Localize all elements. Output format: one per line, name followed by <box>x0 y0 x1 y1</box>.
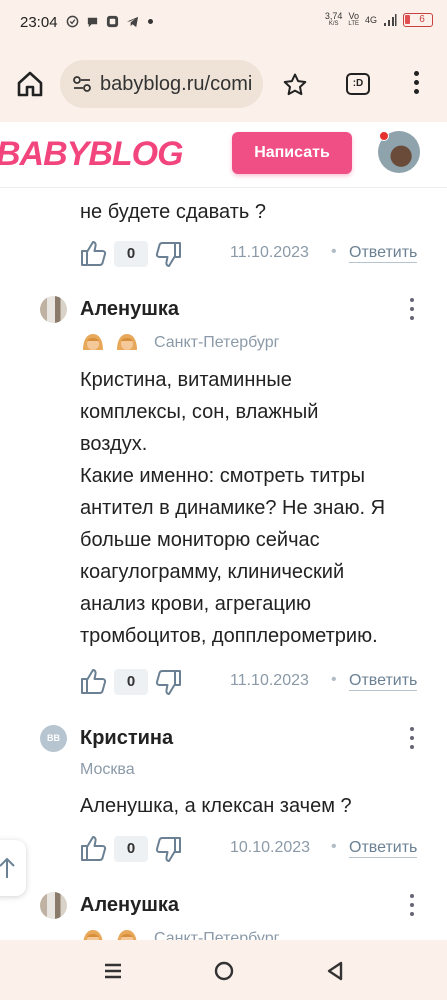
net-speed-unit: K/S <box>328 21 339 27</box>
write-button[interactable]: Написать <box>232 132 352 174</box>
more-options-icon[interactable] <box>406 727 418 751</box>
recent-apps-icon[interactable] <box>100 958 126 984</box>
check-circle-icon <box>66 15 79 28</box>
comment-actions: 0 11.10.2023 • Ответить <box>80 238 430 272</box>
comment-actions: 0 11.10.2023 • Ответить <box>80 666 430 700</box>
status-bar: 23:04 3,74 K/S Vo LTE 4G 6 <box>0 0 447 48</box>
thumbs-up-icon[interactable] <box>80 238 108 268</box>
chat-bubble-icon <box>87 17 98 28</box>
menu-icon[interactable] <box>406 71 426 99</box>
child-badge-icon <box>83 334 103 350</box>
home-nav-icon[interactable] <box>211 958 237 984</box>
comment-text: Аленушка, а клексан зачем ? <box>80 795 352 817</box>
avatar[interactable] <box>40 296 67 323</box>
avatar[interactable] <box>40 892 67 919</box>
net-speed: 3,74 <box>324 11 343 21</box>
comment-date: 11.10.2023 <box>230 244 309 261</box>
like-count: 0 <box>114 669 148 695</box>
child-badge-icon <box>83 930 103 940</box>
separator: • <box>331 671 337 688</box>
battery-level: 6 <box>419 14 425 25</box>
reply-link[interactable]: Ответить <box>349 839 418 858</box>
comment-text: не будете сдавать ? <box>80 201 266 223</box>
network-type: 4G <box>364 15 377 25</box>
notification-dot-icon <box>379 131 389 141</box>
home-icon[interactable] <box>14 68 46 100</box>
comment-actions: 0 10.10.2023 • Ответить <box>80 833 430 867</box>
comment-city: Москва <box>80 761 135 778</box>
thumbs-down-icon[interactable] <box>154 240 182 270</box>
comment-date: 11.10.2023 <box>230 672 309 689</box>
battery-icon: 6 <box>403 13 433 27</box>
comment-author[interactable]: Аленушка <box>80 894 179 917</box>
badges <box>80 926 140 940</box>
comment-text: Кристина, витаминные комплексы, сон, вла… <box>80 369 386 647</box>
child-badge-icon <box>117 930 137 940</box>
telegram-icon <box>126 16 139 28</box>
avatar[interactable]: BB <box>40 725 67 752</box>
tabs-icon[interactable]: :D <box>346 73 370 95</box>
browser-toolbar: babyblog.ru/comi :D <box>0 48 447 122</box>
volte-lte-label: LTE <box>348 21 359 27</box>
comment-author[interactable]: Кристина <box>80 727 173 750</box>
system-nav-bar <box>0 940 447 1000</box>
more-options-icon[interactable] <box>406 298 418 322</box>
app-icon <box>106 15 119 28</box>
arrow-up-icon <box>0 857 15 878</box>
site-header: BABYBLOG Написать <box>0 122 447 188</box>
child-badge-icon <box>117 334 137 350</box>
thumbs-up-icon[interactable] <box>80 833 108 863</box>
volte-label: Vo <box>348 11 359 21</box>
notification-icons <box>66 15 153 28</box>
comment-city: Санкт-Петербург <box>154 334 280 351</box>
star-icon[interactable] <box>282 72 308 98</box>
more-options-icon[interactable] <box>406 894 418 918</box>
comment: Аленушка Санкт-Петербург <box>0 892 447 940</box>
thumbs-down-icon[interactable] <box>154 835 182 865</box>
address-bar[interactable]: babyblog.ru/comi <box>60 60 263 108</box>
status-time: 23:04 <box>20 14 58 31</box>
comment-author[interactable]: Аленушка <box>80 298 179 321</box>
thumbs-up-icon[interactable] <box>80 666 108 696</box>
signal-icon <box>384 14 397 26</box>
url-text: babyblog.ru/comi <box>100 73 253 95</box>
back-icon[interactable] <box>322 958 348 984</box>
reply-link[interactable]: Ответить <box>349 244 418 263</box>
thumbs-down-icon[interactable] <box>154 668 182 698</box>
separator: • <box>331 243 337 260</box>
comment-date: 10.10.2023 <box>230 839 311 856</box>
scroll-to-top-button[interactable] <box>0 840 26 896</box>
comment-city: Санкт-Петербург <box>154 930 280 940</box>
like-count: 0 <box>114 241 148 267</box>
system-indicators: 3,74 K/S Vo LTE 4G 6 <box>325 12 433 28</box>
like-count: 0 <box>114 836 148 862</box>
badges <box>80 330 140 354</box>
reply-link[interactable]: Ответить <box>349 672 418 691</box>
site-settings-icon[interactable] <box>72 75 92 93</box>
site-logo[interactable]: BABYBLOG <box>0 135 184 174</box>
separator: • <box>331 838 337 855</box>
dot-icon <box>148 19 153 24</box>
